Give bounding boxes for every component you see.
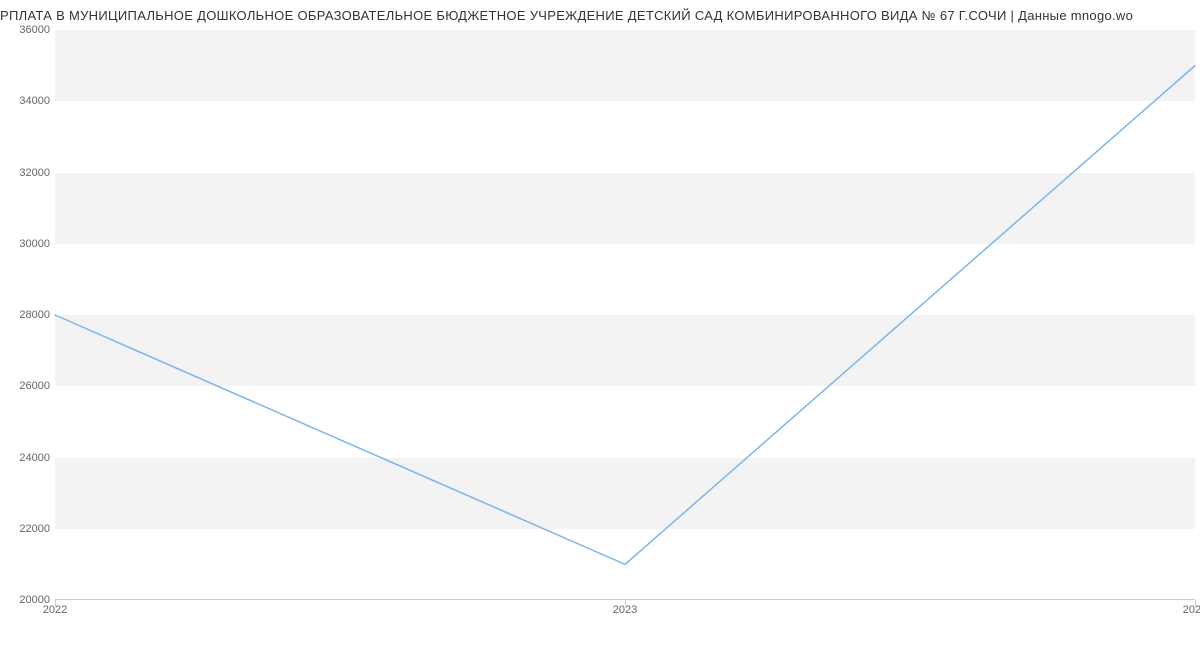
- x-tick-label: 2024: [1183, 604, 1200, 616]
- y-tick-label: 36000: [5, 24, 50, 36]
- chart-title: РПЛАТА В МУНИЦИПАЛЬНОЕ ДОШКОЛЬНОЕ ОБРАЗО…: [0, 8, 1200, 23]
- y-tick-label: 28000: [5, 309, 50, 321]
- y-tick-label: 26000: [5, 380, 50, 392]
- x-tick-label: 2023: [613, 604, 637, 616]
- series-line: [55, 66, 1195, 565]
- y-tick-label: 32000: [5, 167, 50, 179]
- y-tick-label: 34000: [5, 95, 50, 107]
- y-tick-label: 24000: [5, 452, 50, 464]
- y-tick-label: 22000: [5, 523, 50, 535]
- chart-container: РПЛАТА В МУНИЦИПАЛЬНОЕ ДОШКОЛЬНОЕ ОБРАЗО…: [0, 0, 1200, 650]
- line-layer: [55, 30, 1195, 600]
- x-tick-label: 2022: [43, 604, 67, 616]
- plot-area: [55, 30, 1195, 600]
- y-tick-label: 30000: [5, 238, 50, 250]
